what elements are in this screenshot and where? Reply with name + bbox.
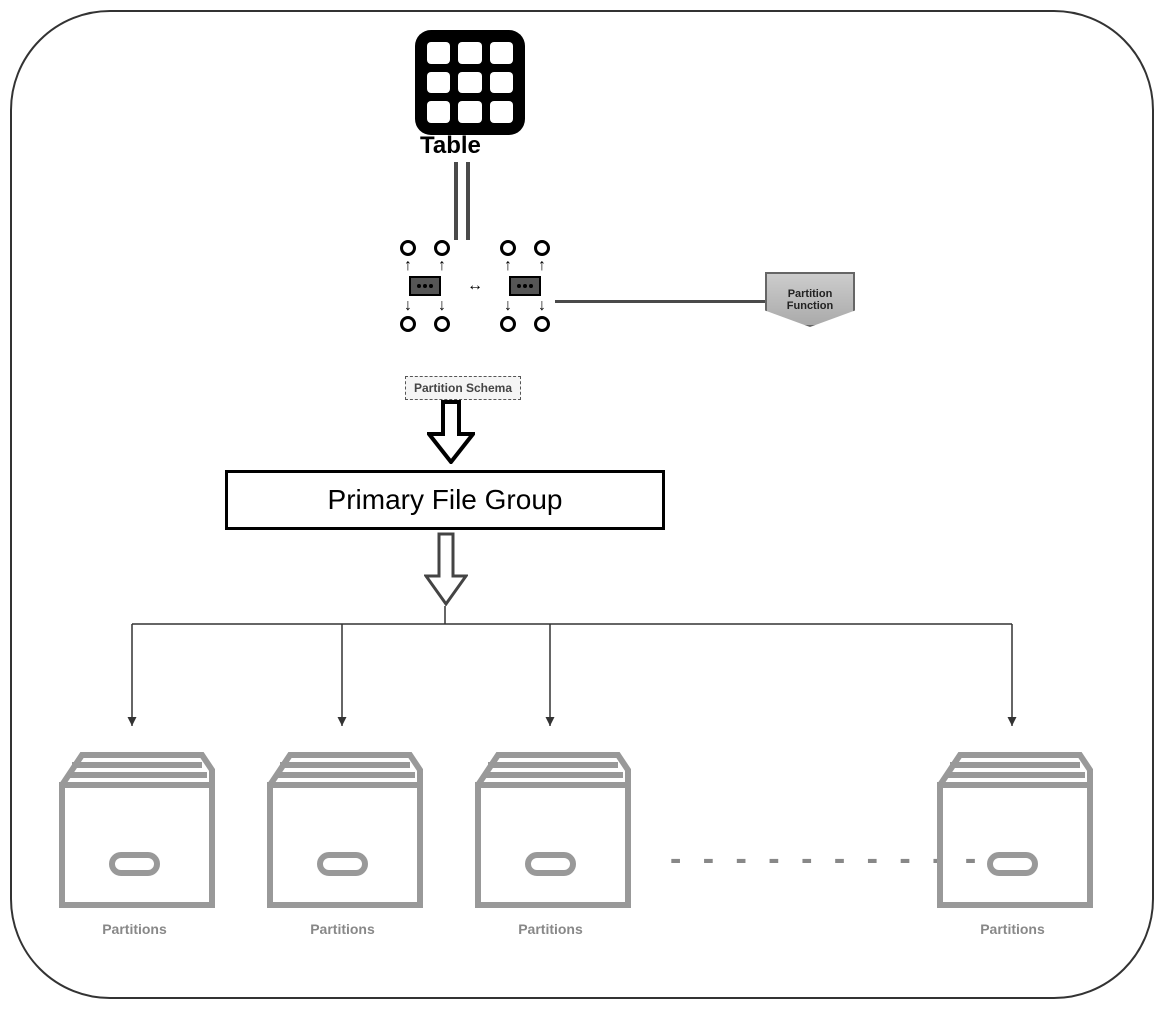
primary-file-group-label: Primary File Group <box>328 484 563 516</box>
partition-function-label: Partition Function <box>787 288 833 312</box>
partition-label: Partitions <box>930 921 1095 937</box>
partition-label: Partitions <box>52 921 217 937</box>
table-label: Table <box>420 132 481 160</box>
partition-box: Partitions <box>260 735 425 937</box>
down-arrow-icon <box>424 532 468 606</box>
table-icon <box>415 30 525 135</box>
partition-box: Partitions <box>930 735 1095 937</box>
partition-schema-icon: ↑↑ ↓↓ ↔ ↑↑ ↓↓ <box>390 240 560 332</box>
partition-schema-label: Partition Schema <box>405 376 521 400</box>
connector-double-line <box>466 162 470 240</box>
primary-file-group-box: Primary File Group <box>225 470 665 530</box>
connector-line <box>555 300 765 303</box>
connector-double-line <box>454 162 458 240</box>
partition-label: Partitions <box>260 921 425 937</box>
partition-label: Partitions <box>468 921 633 937</box>
partition-box: Partitions <box>52 735 217 937</box>
diagram-canvas: Table ↑↑ ↓↓ ↔ ↑↑ ↓↓ Partition Schema Par <box>0 0 1164 1009</box>
down-arrow-icon <box>427 400 475 464</box>
partition-box: Partitions <box>468 735 633 937</box>
branch-connectors <box>112 604 1052 734</box>
